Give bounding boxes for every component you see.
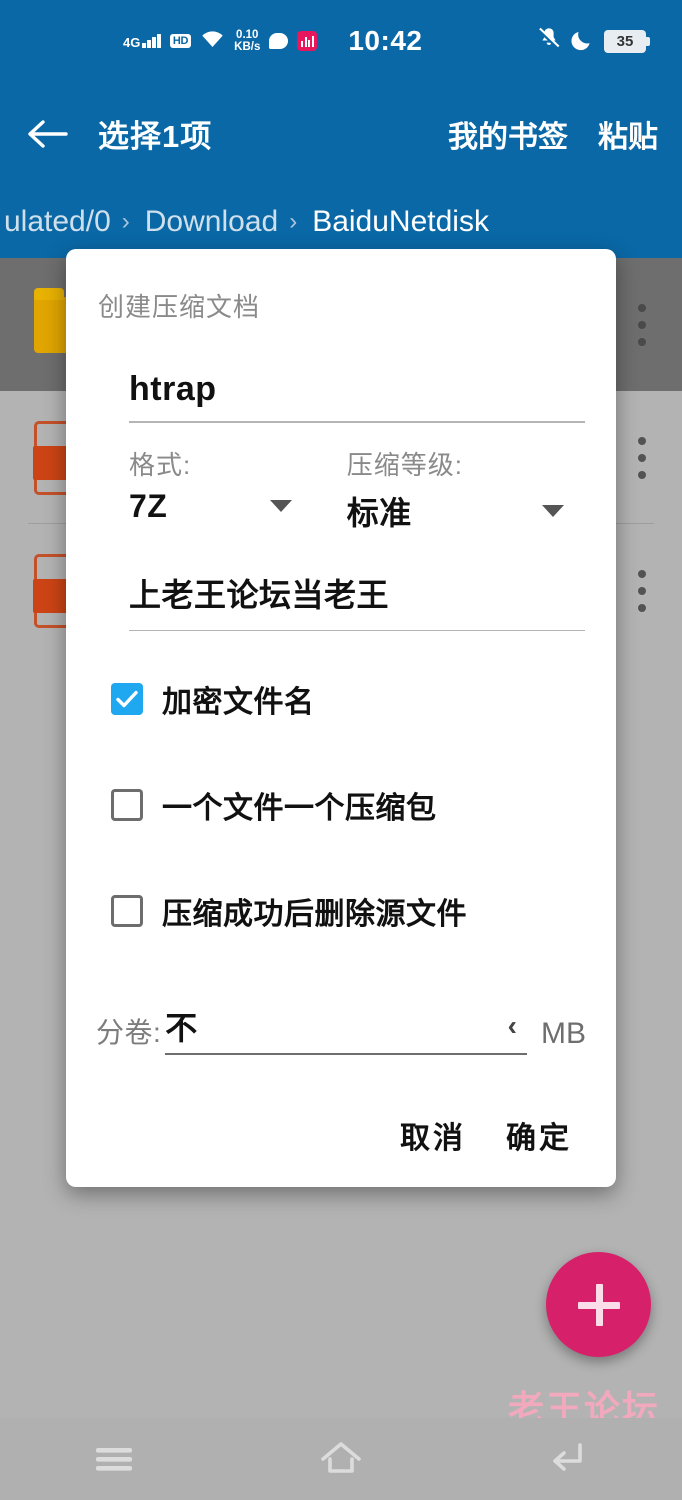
plus-icon: [577, 1283, 620, 1326]
level-group: 压缩等级: 标准: [314, 445, 586, 534]
level-label: 压缩等级:: [346, 449, 464, 480]
battery-level-label: 35: [616, 32, 634, 50]
chat-bubble-icon: [269, 33, 289, 49]
level-value: 标准: [346, 494, 412, 531]
page-title: 选择1项: [98, 119, 213, 154]
phone-screen: 4G HD 0.10 KB/s 10:42 35 选择1项 我的书签 粘贴 ul…: [0, 0, 682, 1500]
breadcrumb-separator: ›: [289, 207, 298, 235]
back-icon[interactable]: [523, 1428, 613, 1490]
format-and-level-row: 格式: 7Z 压缩等级: 标准: [96, 445, 586, 534]
checkbox-encrypt-filenames[interactable]: 加密文件名: [111, 677, 586, 721]
recents-menu-icon[interactable]: [69, 1428, 159, 1490]
chevron-down-icon[interactable]: [269, 500, 292, 512]
format-select[interactable]: 7Z: [129, 488, 314, 525]
data-rate-unit: KB/s: [234, 41, 261, 53]
ok-button[interactable]: 确定: [506, 1113, 572, 1157]
breadcrumb-item-1[interactable]: Download: [145, 205, 278, 239]
checkbox-delete-source-after[interactable]: 压缩成功后删除源文件: [111, 889, 586, 933]
status-bar-left-icons: 4G HD 0.10 KB/s 10:42: [123, 25, 422, 57]
split-volume-value: 不: [165, 1010, 198, 1046]
archive-name-input[interactable]: htrap: [129, 370, 586, 409]
row-overflow-menu-button[interactable]: [638, 436, 646, 479]
dialog-title: 创建压缩文档: [98, 292, 261, 322]
split-volume-unit: MB: [541, 1017, 586, 1050]
battery-icon: 35: [604, 29, 650, 53]
split-volume-row: 分卷: 不 ‹ MB: [96, 1003, 586, 1055]
my-bookmarks-button[interactable]: 我的书签: [448, 112, 568, 156]
archive-name-underline: [129, 421, 585, 423]
checkbox-unchecked-icon[interactable]: [111, 789, 143, 821]
split-volume-label: 分卷:: [96, 1017, 162, 1048]
data-rate-value: 0.10: [236, 29, 259, 41]
format-label: 格式:: [129, 449, 192, 480]
status-bar: 4G HD 0.10 KB/s 10:42 35: [0, 0, 682, 82]
home-icon[interactable]: [296, 1428, 386, 1490]
format-group: 格式: 7Z: [96, 445, 314, 534]
breadcrumb: ulated/0 › Download › BaiduNetdisk: [0, 185, 682, 258]
create-archive-dialog: 创建压缩文档 htrap 格式: 7Z 压缩等级: 标准 上老王论坛当老王 加密…: [66, 249, 616, 1187]
breadcrumb-item-2[interactable]: BaiduNetdisk: [312, 205, 489, 239]
app-bar-actions: 我的书签 粘贴: [448, 112, 658, 156]
moon-icon: [571, 27, 594, 56]
password-underline: [129, 629, 585, 631]
checkbox-one-archive-per-file[interactable]: 一个文件一个压缩包: [111, 783, 586, 827]
breadcrumb-item-0[interactable]: ulated/0: [4, 205, 111, 239]
status-bar-clock: 10:42: [348, 25, 423, 56]
breadcrumb-separator: ›: [121, 207, 130, 235]
level-select[interactable]: 标准: [347, 488, 586, 534]
checkbox-label: 加密文件名: [162, 686, 315, 719]
checkbox-label: 一个文件一个压缩包: [162, 792, 437, 825]
format-value: 7Z: [129, 487, 168, 524]
checkbox-checked-icon[interactable]: [111, 683, 143, 715]
status-bar-right-icons: 35: [537, 26, 650, 56]
data-speed-icon: 0.10 KB/s: [234, 29, 260, 53]
row-overflow-menu-button[interactable]: [638, 569, 646, 612]
cancel-button[interactable]: 取消: [400, 1113, 466, 1157]
password-input[interactable]: 上老王论坛当老王: [129, 570, 586, 616]
wifi-icon: [200, 29, 225, 53]
music-app-icon: [297, 31, 318, 51]
split-volume-input[interactable]: 不 ‹: [165, 1003, 527, 1055]
system-nav-bar: [0, 1418, 682, 1500]
hd-icon: HD: [169, 34, 192, 48]
bell-muted-icon: [537, 26, 561, 56]
network-type-label: 4G: [123, 35, 141, 50]
dialog-actions: 取消 确定: [96, 1113, 586, 1165]
app-bar: 选择1项 我的书签 粘贴: [0, 82, 682, 185]
chevron-down-icon[interactable]: [542, 504, 564, 517]
row-overflow-menu-button[interactable]: [638, 303, 646, 346]
paste-button[interactable]: 粘贴: [598, 112, 658, 156]
signal-bars-icon: 4G: [123, 34, 161, 50]
back-arrow-icon[interactable]: [24, 111, 70, 157]
checkbox-unchecked-icon[interactable]: [111, 895, 143, 927]
add-fab-button[interactable]: [546, 1252, 651, 1357]
checkbox-label: 压缩成功后删除源文件: [162, 898, 467, 931]
chevron-left-icon[interactable]: ‹: [508, 1010, 527, 1042]
